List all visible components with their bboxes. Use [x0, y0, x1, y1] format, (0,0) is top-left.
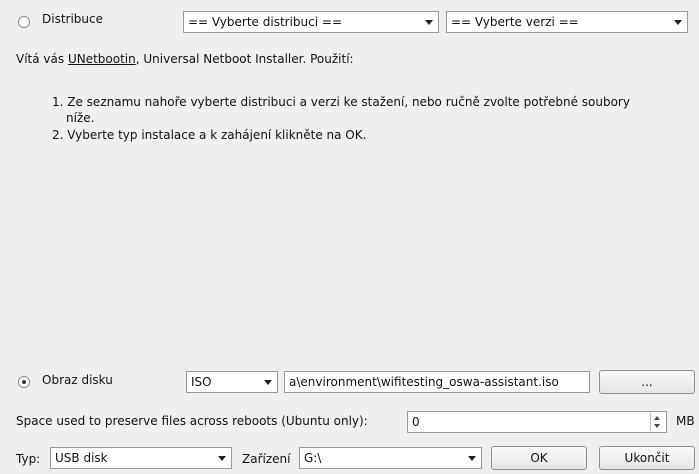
persistence-label: Space used to preserve files across rebo…: [16, 414, 368, 428]
chevron-down-icon: [674, 20, 682, 25]
distribution-label: Distribuce: [42, 12, 104, 26]
instruction-1: 1. Ze seznamu nahoře vyberte distribuci …: [52, 95, 630, 109]
intro-suffix: , Universal Netboot Installer. Použití:: [135, 52, 354, 66]
chevron-down-icon: [264, 380, 272, 385]
device-select-value: G:\: [304, 451, 322, 465]
persistence-spinbox[interactable]: 0: [407, 411, 667, 433]
chevron-down-icon: [425, 20, 433, 25]
chevron-down-icon: [218, 456, 226, 461]
instruction-1-cont: níže.: [66, 111, 95, 125]
type-select[interactable]: USB disk: [50, 447, 232, 469]
device-label: Zařízení: [242, 452, 291, 466]
distro-select-value: == Vyberte distribuci ==: [188, 15, 343, 29]
chevron-down-icon: [468, 456, 476, 461]
image-type-select[interactable]: ISO: [186, 371, 278, 393]
disk-image-radio[interactable]: [18, 376, 30, 388]
instruction-2: 2. Vyberte typ instalace a k zahájení kl…: [52, 128, 367, 142]
type-label: Typ:: [16, 452, 41, 466]
version-select-value: == Vyberte verzi ==: [451, 15, 579, 29]
disk-image-label: Obraz disku: [42, 373, 113, 387]
image-path-field[interactable]: a\environment\wifitesting_oswa-assistant…: [284, 371, 590, 393]
intro-prefix: Vítá vás: [16, 52, 68, 66]
spin-buttons[interactable]: [650, 413, 664, 431]
distribution-radio[interactable]: [18, 16, 30, 28]
spin-up-icon[interactable]: [654, 416, 660, 420]
unetbootin-link[interactable]: UNetbootin: [68, 52, 136, 66]
persistence-unit: MB: [676, 414, 695, 428]
browse-button[interactable]: ...: [599, 370, 695, 394]
ok-button[interactable]: OK: [491, 446, 587, 470]
image-type-value: ISO: [191, 375, 212, 389]
type-select-value: USB disk: [55, 451, 108, 465]
cancel-button[interactable]: Ukončit: [599, 446, 695, 470]
spin-down-icon[interactable]: [654, 424, 660, 428]
distro-select[interactable]: == Vyberte distribuci ==: [183, 11, 439, 33]
device-select[interactable]: G:\: [299, 447, 482, 469]
intro-text: Vítá vás UNetbootin, Universal Netboot I…: [16, 52, 354, 66]
persistence-value: 0: [412, 415, 420, 429]
version-select[interactable]: == Vyberte verzi ==: [446, 11, 688, 33]
